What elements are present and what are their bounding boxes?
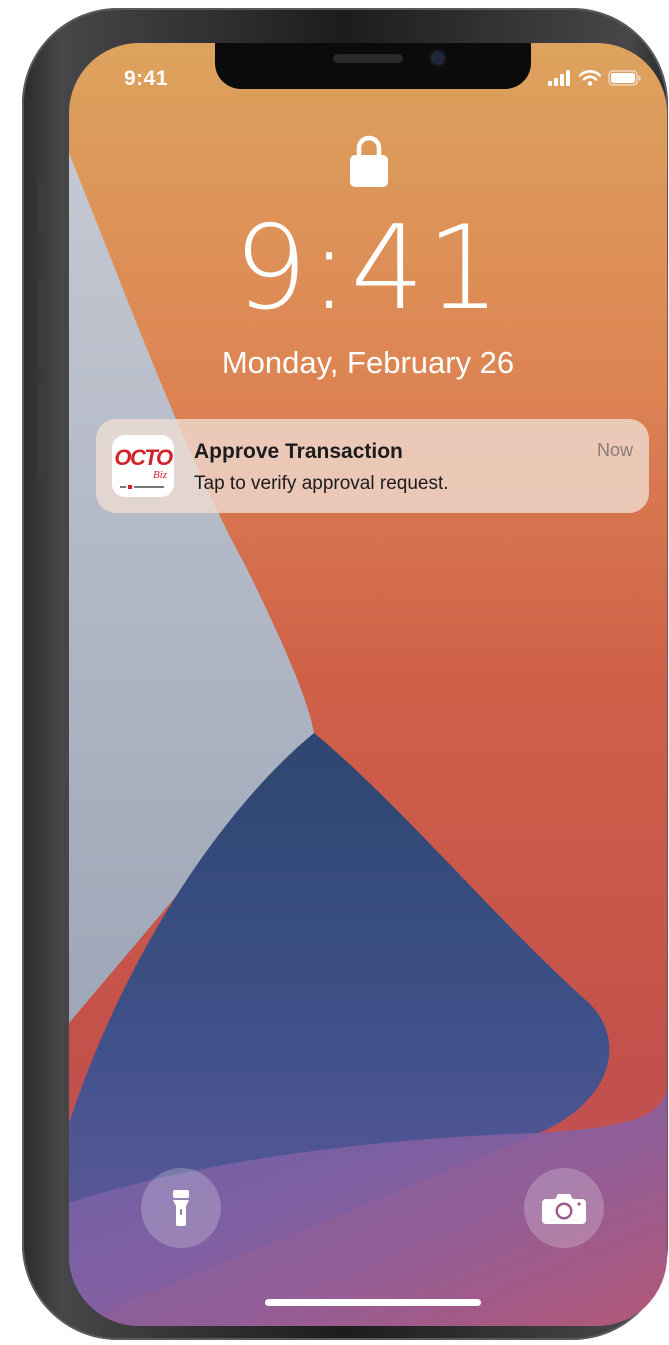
notification-title: Approve Transaction xyxy=(194,440,403,463)
earpiece-speaker xyxy=(333,54,403,63)
volume-up-button xyxy=(38,276,44,371)
notch xyxy=(215,43,531,89)
volume-down-button xyxy=(38,383,44,478)
status-bar-icons xyxy=(548,70,642,86)
app-logo-text: OCTO xyxy=(114,445,173,470)
octo-biz-app-icon: OCTO Biz xyxy=(112,435,174,497)
cellular-signal-icon xyxy=(548,70,570,86)
notification-card[interactable]: OCTO Biz Approve Transaction Tap to veri… xyxy=(96,419,649,513)
lock-screen-date: Monday, February 26 xyxy=(221,345,515,380)
lock-screen-time: 9:41 xyxy=(233,201,503,336)
phone-frame: 9:41 9:41 Monday, February 26 OCTO Biz A… xyxy=(22,8,668,1340)
battery-icon xyxy=(608,70,641,86)
flashlight-icon xyxy=(173,1190,189,1226)
wifi-icon xyxy=(579,70,601,86)
notification-body: Tap to verify approval request. xyxy=(194,473,449,494)
lock-screen[interactable]: 9:41 9:41 Monday, February 26 OCTO Biz A… xyxy=(69,43,667,1326)
padlock-icon xyxy=(350,135,388,187)
flashlight-button[interactable] xyxy=(141,1168,221,1248)
home-indicator[interactable] xyxy=(265,1299,481,1306)
front-camera xyxy=(431,51,445,65)
camera-icon xyxy=(542,1194,586,1224)
notification-time: Now xyxy=(596,440,633,460)
mute-switch xyxy=(38,178,44,233)
status-bar-time: 9:41 xyxy=(124,67,169,90)
camera-button[interactable] xyxy=(524,1168,604,1248)
cimb-mark-icon xyxy=(120,485,164,489)
app-logo-subtext: Biz xyxy=(152,469,167,481)
